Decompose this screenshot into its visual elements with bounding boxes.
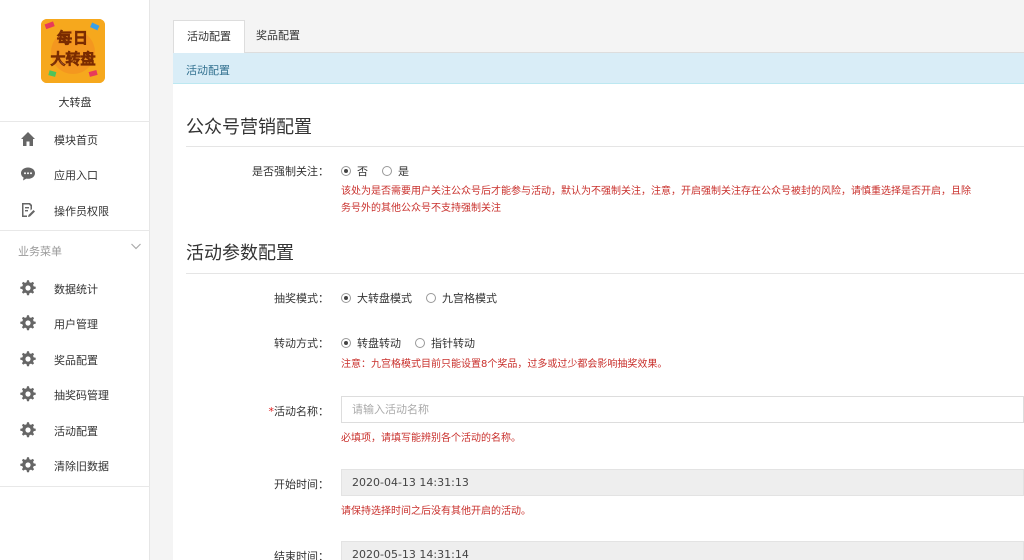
radio-button[interactable] bbox=[341, 338, 351, 348]
force-follow-hint-line2: 务号外的其他公众号不支持强制关注 bbox=[341, 203, 501, 214]
sidebar-item-label: 操作员权限 bbox=[54, 205, 109, 218]
end-time-label: 结束时间： bbox=[274, 550, 329, 560]
force-follow-radio-group: 否 是 bbox=[341, 163, 423, 179]
sidebar-item-label: 抽奖码管理 bbox=[54, 389, 109, 402]
sidebar-divider bbox=[0, 486, 150, 487]
logo-text-top: 每日 bbox=[56, 29, 89, 48]
radio-button[interactable] bbox=[341, 293, 351, 303]
sidebar-item-module-home[interactable]: 模块首页 bbox=[0, 124, 150, 154]
edit-document-icon bbox=[22, 203, 35, 217]
main-content: 活动配置 奖品配置 活动配置 公众号营销配置 是否强制关注： 否 是 该处为是否… bbox=[173, 20, 1024, 560]
start-time-input[interactable] bbox=[341, 469, 1024, 496]
radio-label: 转盘转动 bbox=[357, 337, 401, 350]
lottery-mode-label: 抽奖模式： bbox=[274, 292, 329, 305]
sidebar-item-label: 应用入口 bbox=[54, 169, 98, 182]
radio-label: 指针转动 bbox=[431, 337, 475, 350]
gear-icon bbox=[20, 457, 36, 473]
radio-label: 是 bbox=[398, 165, 409, 178]
tab-activity-config[interactable]: 活动配置 bbox=[173, 20, 245, 54]
start-time-hint: 请保持选择时间之后没有其他开启的活动。 bbox=[341, 506, 531, 517]
sidebar-item-prize-config[interactable]: 奖品配置 bbox=[0, 344, 150, 374]
force-follow-label: 是否强制关注： bbox=[252, 165, 329, 178]
start-time-label: 开始时间： bbox=[274, 478, 329, 491]
section-divider bbox=[186, 146, 1024, 147]
section-title-activity-params: 活动参数配置 bbox=[186, 243, 294, 264]
tab-prize-config[interactable]: 奖品配置 bbox=[243, 20, 313, 53]
chevron-down-icon[interactable] bbox=[130, 240, 142, 252]
rotate-mode-radio-group: 转盘转动 指针转动 bbox=[341, 335, 489, 351]
sidebar-item-user-management[interactable]: 用户管理 bbox=[0, 308, 150, 338]
gear-icon bbox=[20, 386, 36, 402]
rotate-mode-hint: 注意：九宫格模式目前只能设置8个奖品，过多或过少都会影响抽奖效果。 bbox=[341, 359, 668, 370]
sidebar-item-label: 奖品配置 bbox=[54, 354, 98, 367]
rotate-mode-label: 转动方式： bbox=[274, 337, 329, 350]
rotate-mode-option-wheel[interactable]: 转盘转动 bbox=[341, 335, 401, 351]
section-divider bbox=[186, 273, 1024, 274]
sidebar-divider bbox=[0, 121, 150, 122]
tab-bar: 活动配置 奖品配置 bbox=[173, 20, 1024, 54]
sidebar-item-clear-old-data[interactable]: 清除旧数据 bbox=[0, 450, 150, 480]
sidebar-item-activity-config[interactable]: 活动配置 bbox=[0, 415, 150, 445]
sidebar-item-data-stats[interactable]: 数据统计 bbox=[0, 273, 150, 303]
gear-icon bbox=[20, 280, 36, 296]
gear-icon bbox=[20, 315, 36, 331]
panel-header: 活动配置 bbox=[173, 53, 1024, 84]
force-follow-hint-line1: 该处为是否需要用户关注公众号后才能参与活动，默认为不强制关注，注意，开启强制关注… bbox=[341, 186, 971, 197]
logo-text-bottom: 大转盘 bbox=[50, 50, 96, 69]
sidebar-item-label: 清除旧数据 bbox=[54, 460, 109, 473]
lottery-mode-radio-group: 大转盘模式 九宫格模式 bbox=[341, 290, 511, 306]
sidebar-item-label: 模块首页 bbox=[54, 134, 98, 147]
activity-name-label: *活动名称： bbox=[173, 403, 330, 419]
sidebar-item-label: 用户管理 bbox=[54, 318, 98, 331]
sidebar-item-operator-permissions[interactable]: 操作员权限 bbox=[0, 195, 150, 225]
radio-button[interactable] bbox=[382, 166, 392, 176]
sidebar-group-title: 业务菜单 bbox=[18, 245, 62, 258]
sidebar-item-app-entry[interactable]: 应用入口 bbox=[0, 159, 150, 189]
end-time-input[interactable] bbox=[341, 541, 1024, 560]
force-follow-option-yes[interactable]: 是 bbox=[382, 163, 409, 179]
activity-name-input[interactable] bbox=[341, 396, 1024, 423]
radio-label: 九宫格模式 bbox=[442, 292, 497, 305]
force-follow-option-no[interactable]: 否 bbox=[341, 163, 368, 179]
gear-icon bbox=[20, 351, 36, 367]
gear-icon bbox=[20, 422, 36, 438]
activity-name-hint: 必填项，请填写能辨别各个活动的名称。 bbox=[341, 433, 521, 444]
radio-label: 大转盘模式 bbox=[357, 292, 412, 305]
sidebar: 每日 大转盘 大转盘 模块首页 应用入口 操作员权限 业务菜单 数据统计 用户管… bbox=[0, 0, 150, 560]
panel-title: 活动配置 bbox=[186, 64, 230, 77]
chat-bubble-icon bbox=[21, 167, 35, 181]
section-title-wechat-marketing: 公众号营销配置 bbox=[186, 117, 312, 138]
home-icon bbox=[21, 132, 35, 146]
activity-name-label-text: 活动名称： bbox=[274, 405, 329, 418]
radio-button[interactable] bbox=[426, 293, 436, 303]
sidebar-item-lottery-code-management[interactable]: 抽奖码管理 bbox=[0, 379, 150, 409]
lottery-mode-option-wheel[interactable]: 大转盘模式 bbox=[341, 290, 412, 306]
rotate-mode-option-pointer[interactable]: 指针转动 bbox=[415, 335, 475, 351]
radio-label: 否 bbox=[357, 165, 368, 178]
sidebar-item-label: 数据统计 bbox=[54, 283, 98, 296]
radio-button[interactable] bbox=[415, 338, 425, 348]
sidebar-divider bbox=[0, 230, 150, 231]
lottery-mode-option-grid[interactable]: 九宫格模式 bbox=[426, 290, 497, 306]
radio-button[interactable] bbox=[341, 166, 351, 176]
sidebar-item-label: 活动配置 bbox=[54, 425, 98, 438]
app-name: 大转盘 bbox=[58, 96, 92, 109]
